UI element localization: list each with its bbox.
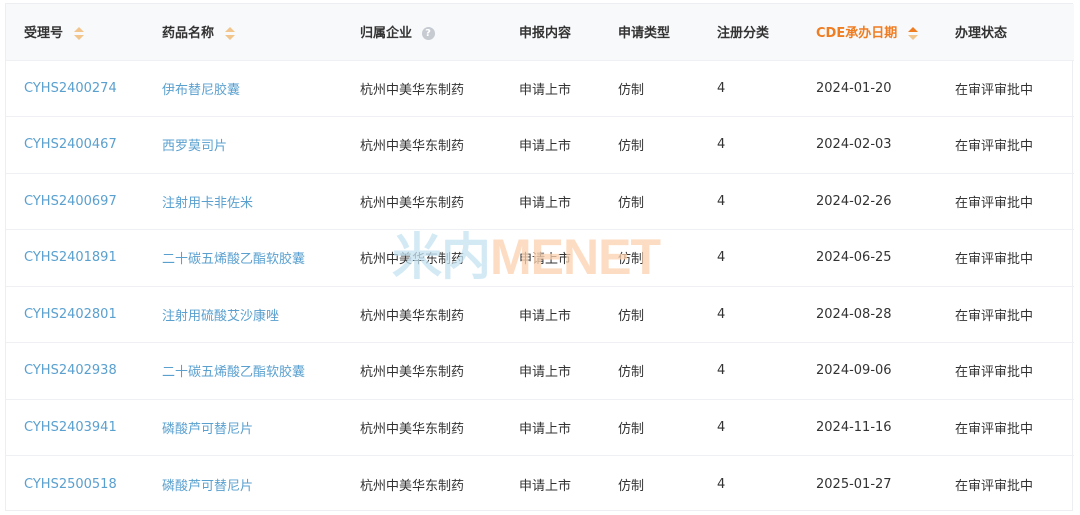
header-company-label: 归属企业 [360, 26, 413, 42]
cde-date-cell: 2024-02-26 [816, 193, 892, 209]
drug-name-link[interactable]: 西罗莫司片 [144, 117, 342, 174]
header-status: 办理状态 [937, 4, 1074, 60]
company-cell: 杭州中美华东制药 [360, 139, 465, 155]
header-reg-class-label: 注册分类 [717, 26, 770, 42]
app-type-cell: 仿制 [618, 365, 645, 381]
header-accept-no[interactable]: 受理号 [6, 4, 144, 60]
status-cell: 在审评审批中 [955, 195, 1034, 211]
status-cell: 在审评审批中 [955, 308, 1034, 324]
reg-class-cell: 4 [717, 250, 726, 266]
table-row: CYHS2400274 伊布替尼胶囊 杭州中美华东制药 申请上市 仿制 4 20… [6, 60, 1074, 117]
drug-application-table-panel: 受理号 药品名称 归属企业 ? 申报内容 申请类型 注册分类 CDE承办日期 办… [5, 3, 1074, 512]
app-type-cell: 仿制 [618, 478, 645, 494]
drug-name-link[interactable]: 磷酸芦可替尼片 [144, 399, 342, 456]
accept-no-link[interactable]: CYHS2400274 [6, 60, 144, 117]
header-accept-no-label: 受理号 [24, 26, 64, 42]
content-cell: 申请上市 [519, 252, 572, 268]
content-cell: 申请上市 [519, 308, 572, 324]
content-cell: 申请上市 [519, 365, 572, 381]
header-drug-name-label: 药品名称 [162, 26, 215, 42]
sort-arrows-icon[interactable] [224, 26, 235, 41]
content-cell: 申请上市 [519, 478, 572, 494]
reg-class-cell: 4 [717, 137, 726, 153]
app-type-cell: 仿制 [618, 421, 645, 437]
sort-arrows-icon[interactable] [73, 26, 84, 41]
accept-no-link[interactable]: CYHS2400467 [6, 117, 144, 174]
status-cell: 在审评审批中 [955, 252, 1034, 268]
content-cell: 申请上市 [519, 195, 572, 211]
content-cell: 申请上市 [519, 139, 572, 155]
reg-class-cell: 4 [717, 476, 726, 492]
drug-name-link[interactable]: 磷酸芦可替尼片 [144, 456, 342, 513]
table-row: CYHS2402938 二十碳五烯酸乙酯软胶囊 杭州中美华东制药 申请上市 仿制… [6, 342, 1074, 400]
cde-date-cell: 2024-09-06 [816, 363, 892, 379]
header-reg-class: 注册分类 [699, 4, 798, 60]
status-cell: 在审评审批中 [955, 421, 1034, 437]
reg-class-cell: 4 [717, 306, 726, 322]
status-cell: 在审评审批中 [955, 478, 1034, 494]
company-cell: 杭州中美华东制药 [360, 308, 465, 324]
accept-no-link[interactable]: CYHS2402801 [6, 286, 144, 343]
drug-name-link[interactable]: 注射用卡非佐米 [144, 173, 342, 230]
table-row: CYHS2400467 西罗莫司片 杭州中美华东制药 申请上市 仿制 4 202… [6, 116, 1074, 174]
status-cell: 在审评审批中 [955, 139, 1034, 155]
header-cde-date[interactable]: CDE承办日期 [798, 4, 937, 60]
app-type-cell: 仿制 [618, 308, 645, 324]
reg-class-cell: 4 [717, 193, 726, 209]
cde-date-cell: 2025-01-27 [816, 476, 892, 492]
app-type-cell: 仿制 [618, 195, 645, 211]
accept-no-link[interactable]: CYHS2402938 [6, 343, 144, 400]
header-cde-date-label: CDE承办日期 [816, 26, 898, 42]
header-drug-name[interactable]: 药品名称 [144, 4, 342, 60]
table-row: CYHS2403941 磷酸芦可替尼片 杭州中美华东制药 申请上市 仿制 4 2… [6, 399, 1074, 456]
drug-name-link[interactable]: 注射用硫酸艾沙康唑 [144, 286, 342, 343]
reg-class-cell: 4 [717, 363, 726, 379]
cde-date-cell: 2024-11-16 [816, 419, 892, 435]
company-cell: 杭州中美华东制药 [360, 252, 465, 268]
header-app-type: 申请类型 [600, 4, 699, 60]
app-type-cell: 仿制 [618, 82, 645, 98]
table-header-row: 受理号 药品名称 归属企业 ? 申报内容 申请类型 注册分类 CDE承办日期 办… [6, 4, 1074, 60]
question-circle-icon[interactable]: ? [421, 27, 435, 41]
header-company: 归属企业 ? [342, 4, 501, 60]
app-type-cell: 仿制 [618, 139, 645, 155]
reg-class-cell: 4 [717, 80, 726, 96]
drug-name-link[interactable]: 伊布替尼胶囊 [144, 60, 342, 117]
accept-no-link[interactable]: CYHS2403941 [6, 399, 144, 456]
accept-no-link[interactable]: CYHS2500518 [6, 456, 144, 513]
header-status-label: 办理状态 [955, 26, 1008, 42]
header-app-type-label: 申请类型 [618, 26, 671, 42]
cde-date-cell: 2024-06-25 [816, 250, 892, 266]
company-cell: 杭州中美华东制药 [360, 195, 465, 211]
accept-no-link[interactable]: CYHS2401891 [6, 230, 144, 287]
drug-name-link[interactable]: 二十碳五烯酸乙酯软胶囊 [144, 230, 342, 287]
cde-date-cell: 2024-08-28 [816, 306, 892, 322]
table-row: CYHS2402801 注射用硫酸艾沙康唑 杭州中美华东制药 申请上市 仿制 4… [6, 286, 1074, 343]
cde-date-cell: 2024-02-03 [816, 137, 892, 153]
content-cell: 申请上市 [519, 421, 572, 437]
sort-arrows-icon[interactable] [907, 26, 918, 41]
cde-date-cell: 2024-01-20 [816, 80, 892, 96]
reg-class-cell: 4 [717, 419, 726, 435]
status-cell: 在审评审批中 [955, 82, 1034, 98]
company-cell: 杭州中美华东制药 [360, 478, 465, 494]
table-row: CYHS2500518 磷酸芦可替尼片 杭州中美华东制药 申请上市 仿制 4 2… [6, 455, 1074, 513]
drug-name-link[interactable]: 二十碳五烯酸乙酯软胶囊 [144, 343, 342, 400]
table-row: CYHS2400697 注射用卡非佐米 杭州中美华东制药 申请上市 仿制 4 2… [6, 173, 1074, 230]
header-content-label: 申报内容 [519, 26, 572, 42]
table-row: CYHS2401891 二十碳五烯酸乙酯软胶囊 杭州中美华东制药 申请上市 仿制… [6, 229, 1074, 287]
company-cell: 杭州中美华东制药 [360, 365, 465, 381]
drug-application-table: 受理号 药品名称 归属企业 ? 申报内容 申请类型 注册分类 CDE承办日期 办… [6, 4, 1074, 512]
header-content: 申报内容 [501, 4, 600, 60]
app-type-cell: 仿制 [618, 252, 645, 268]
status-cell: 在审评审批中 [955, 365, 1034, 381]
company-cell: 杭州中美华东制药 [360, 82, 465, 98]
content-cell: 申请上市 [519, 82, 572, 98]
accept-no-link[interactable]: CYHS2400697 [6, 173, 144, 230]
company-cell: 杭州中美华东制药 [360, 421, 465, 437]
